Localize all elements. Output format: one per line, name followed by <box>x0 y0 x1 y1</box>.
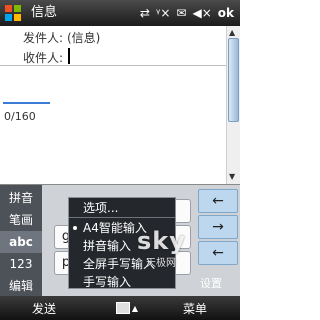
input-panel-toggle[interactable]: ▲ <box>113 298 141 318</box>
watermark-logo: sky <box>137 227 186 255</box>
send-softkey[interactable]: 发送 <box>32 300 56 317</box>
from-value[interactable]: (信息) <box>67 29 100 46</box>
keyboard-icon <box>115 302 130 314</box>
mode-edit[interactable]: 编辑 <box>0 275 42 297</box>
character-count: 0/160 <box>4 110 36 123</box>
backspace-key[interactable]: ← <box>198 189 238 213</box>
selected-dot-icon <box>73 226 77 230</box>
status-icons: ⇄ ᵞ× ✉ ◀× ok <box>140 5 234 21</box>
enter-key[interactable]: ← <box>198 241 238 265</box>
popup-options-item[interactable]: 选项... <box>69 198 175 218</box>
mode-pinyin[interactable]: 拼音 <box>0 187 42 209</box>
vertical-scrollbar[interactable]: ▲ ▼ <box>226 26 240 184</box>
right-arrow-key[interactable]: → <box>198 215 238 239</box>
mode-abc[interactable]: abc <box>0 231 42 253</box>
message-header: 发件人: (信息) 收件人: <box>0 26 226 68</box>
bottom-menubar: 发送 ▲ 菜单 <box>0 296 240 320</box>
message-icon[interactable]: ✉ <box>176 5 186 21</box>
title-bar: 信息 ⇄ ᵞ× ✉ ◀× ok <box>0 0 240 26</box>
input-mode-column: 拼音 笔画 abc 123 编辑 <box>0 185 42 297</box>
mode-stroke[interactable]: 笔画 <box>0 209 42 231</box>
to-row[interactable]: 收件人: <box>0 46 226 66</box>
to-field-cursor <box>68 48 70 64</box>
caret-up-icon: ▲ <box>131 303 139 313</box>
ok-button[interactable]: ok <box>218 5 234 21</box>
message-body-separator <box>3 102 50 104</box>
popup-item-handwriting[interactable]: 手写输入 <box>69 273 175 291</box>
mode-123[interactable]: 123 <box>0 253 42 275</box>
windows-start-icon[interactable] <box>3 3 23 23</box>
menu-softkey[interactable]: 菜单 <box>183 300 207 317</box>
signal-icon[interactable]: ᵞ× <box>156 5 171 21</box>
app-title: 信息 <box>31 5 58 20</box>
volume-icon[interactable]: ◀× <box>192 5 211 21</box>
to-label: 收件人: <box>23 51 64 65</box>
settings-label[interactable]: 设置 <box>200 275 222 291</box>
from-label: 发件人: <box>23 31 64 45</box>
scroll-up-arrow-icon[interactable]: ▲ <box>229 28 235 37</box>
scroll-thumb[interactable] <box>228 38 239 122</box>
from-row[interactable]: 发件人: (信息) <box>0 26 226 46</box>
connectivity-icon[interactable]: ⇄ <box>140 5 150 21</box>
scroll-down-arrow-icon[interactable]: ▼ <box>229 172 235 181</box>
watermark-subtext: 天极网 <box>146 258 176 269</box>
